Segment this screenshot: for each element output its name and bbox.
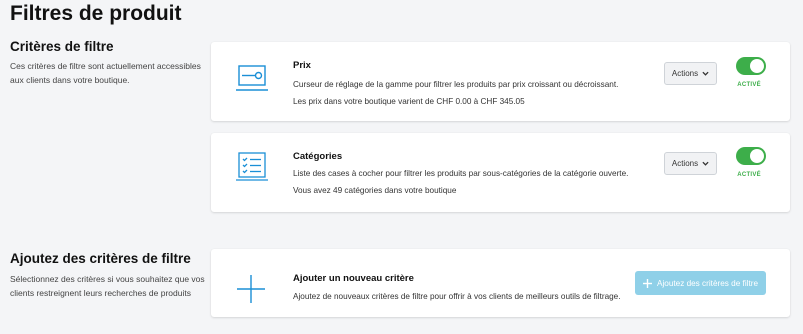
actions-dropdown-button[interactable]: Actions: [664, 62, 717, 85]
chevron-down-icon: [702, 71, 709, 76]
plus-icon: [642, 278, 652, 288]
filter-title: Catégories: [293, 151, 343, 162]
page-title: Filtres de produit: [10, 2, 182, 25]
plus-large-icon: [235, 273, 267, 310]
filter-description: Curseur de réglage de la gamme pour filt…: [293, 80, 619, 89]
add-section-title: Ajoutez des critères de filtre: [10, 251, 191, 266]
checklist-icon: [235, 151, 269, 188]
chevron-down-icon: [702, 161, 709, 166]
filter-card-price: Prix Curseur de réglage de la gamme pour…: [211, 42, 790, 121]
add-filter-card: Ajouter un nouveau critère Ajoutez de no…: [211, 249, 790, 317]
actions-dropdown-button[interactable]: Actions: [664, 152, 717, 175]
filters-section-description: Ces critères de filtre sont actuellement…: [10, 61, 201, 85]
add-section-description: Sélectionnez des critères si vous souhai…: [10, 274, 205, 298]
add-card-title: Ajouter un nouveau critère: [293, 273, 414, 284]
add-filter-button[interactable]: Ajoutez des critères de filtre: [635, 271, 766, 295]
filter-description: Liste des cases à cocher pour filtrer le…: [293, 169, 629, 178]
filter-toggle[interactable]: [736, 57, 766, 75]
add-filter-button-label: Ajoutez des critères de filtre: [656, 278, 759, 288]
filter-info: Vous avez 49 catégories dans votre bouti…: [293, 186, 457, 195]
range-slider-icon: [235, 63, 269, 98]
add-card-description: Ajoutez de nouveaux critères de filtre p…: [293, 292, 621, 301]
status-label: ACTIVÉ: [737, 172, 761, 178]
filter-info: Les prix dans votre boutique varient de …: [293, 97, 525, 106]
filter-card-categories: Catégories Liste des cases à cocher pour…: [211, 133, 790, 212]
filters-section-title: Critères de filtre: [10, 39, 114, 54]
filter-title: Prix: [293, 60, 311, 71]
status-label: ACTIVÉ: [737, 82, 761, 88]
filter-toggle[interactable]: [736, 147, 766, 165]
actions-label: Actions: [671, 69, 699, 78]
actions-label: Actions: [671, 159, 699, 168]
